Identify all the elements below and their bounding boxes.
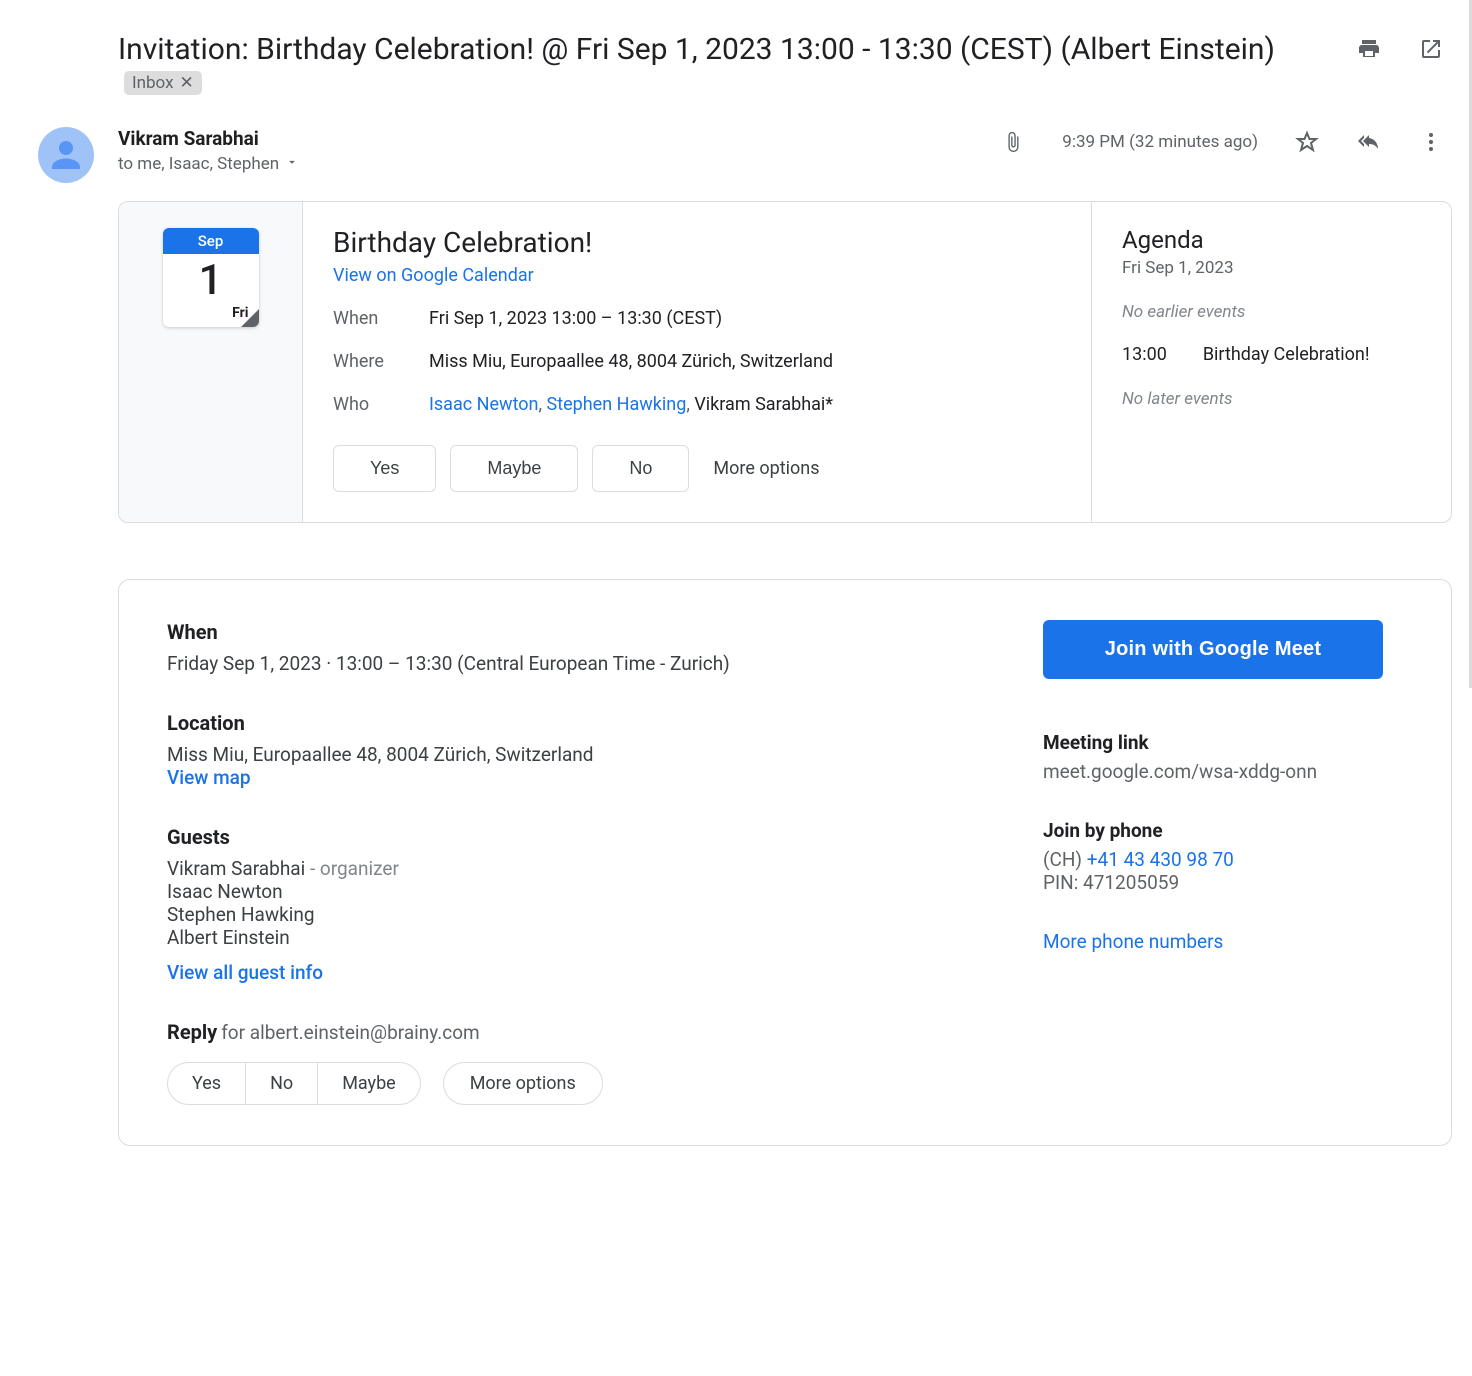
calendar-chip-day: 1: [163, 254, 259, 305]
details-when-heading: When: [167, 620, 1003, 644]
details-location-heading: Location: [167, 711, 1003, 735]
subject-row: Invitation: Birthday Celebration! @ Fri …: [20, 30, 1452, 115]
who-person-1[interactable]: Isaac Newton: [429, 394, 539, 415]
email-meta: 9:39 PM (32 minutes ago): [1000, 127, 1444, 155]
guest-1: Vikram Sarabhai - organizer: [167, 857, 1003, 880]
reply-buttons-row: Yes No Maybe More options: [167, 1062, 1003, 1105]
close-icon[interactable]: ✕: [180, 73, 194, 93]
more-vert-icon[interactable]: [1418, 129, 1444, 155]
reply-section: Reply for albert.einstein@brainy.com: [167, 1020, 1003, 1044]
more-phone-numbers-link[interactable]: More phone numbers: [1043, 930, 1403, 953]
phone-prefix: (CH): [1043, 848, 1087, 871]
star-icon[interactable]: [1294, 129, 1320, 155]
when-row: When Fri Sep 1, 2023 13:00 – 13:30 (CEST…: [333, 308, 1061, 329]
details-guests-heading: Guests: [167, 825, 1003, 849]
view-on-calendar-link[interactable]: View on Google Calendar: [333, 265, 1061, 286]
calendar-chip[interactable]: Sep 1 Fri: [163, 228, 259, 327]
details-left: When Friday Sep 1, 2023 · 13:00 – 13:30 …: [167, 620, 1003, 1105]
guest-4: Albert Einstein: [167, 926, 1003, 949]
agenda-event-time: 13:00: [1122, 344, 1167, 365]
open-new-window-icon[interactable]: [1418, 36, 1444, 62]
reply-for-text: for albert.einstein@brainy.com: [221, 1021, 480, 1044]
when-value: Fri Sep 1, 2023 13:00 – 13:30 (CEST): [429, 308, 1061, 329]
guest-1-name: Vikram Sarabhai: [167, 857, 305, 880]
join-by-phone-label: Join by phone: [1043, 819, 1403, 842]
details-location-section: Location Miss Miu, Europaallee 48, 8004 …: [167, 711, 1003, 789]
details-when-section: When Friday Sep 1, 2023 · 13:00 – 13:30 …: [167, 620, 1003, 675]
who-person-2[interactable]: Stephen Hawking: [547, 394, 687, 415]
agenda-event-name: Birthday Celebration!: [1203, 344, 1370, 365]
label-chip-text: Inbox: [132, 73, 174, 93]
reply-more-options-button[interactable]: More options: [443, 1062, 603, 1105]
avatar[interactable]: [38, 127, 94, 183]
view-map-link[interactable]: View map: [167, 766, 1003, 789]
subject-actions: [1356, 30, 1452, 62]
reply-no-button[interactable]: No: [246, 1063, 318, 1104]
invite-main: Birthday Celebration! View on Google Cal…: [303, 202, 1091, 522]
who-value: Isaac Newton, Stephen Hawking, Vikram Sa…: [429, 394, 1061, 415]
agenda-title: Agenda: [1122, 226, 1421, 254]
email-subject: Invitation: Birthday Celebration! @ Fri …: [118, 32, 1275, 67]
event-title: Birthday Celebration!: [333, 226, 1061, 259]
meeting-link-value[interactable]: meet.google.com/wsa-xddg-onn: [1043, 760, 1403, 783]
rsvp-no-button[interactable]: No: [592, 445, 689, 492]
details-card: When Friday Sep 1, 2023 · 13:00 – 13:30 …: [118, 579, 1452, 1146]
reply-label: Reply: [167, 1020, 217, 1044]
rsvp-maybe-button[interactable]: Maybe: [450, 445, 578, 492]
who-row: Who Isaac Newton, Stephen Hawking, Vikra…: [333, 394, 1061, 415]
guest-3: Stephen Hawking: [167, 903, 1003, 926]
join-google-meet-button[interactable]: Join with Google Meet: [1043, 620, 1383, 679]
recipients-text: to me, Isaac, Stephen: [118, 154, 279, 174]
rsvp-more-options[interactable]: More options: [713, 458, 819, 479]
rsvp-yes-button[interactable]: Yes: [333, 445, 436, 492]
sender-name[interactable]: Vikram Sarabhai: [118, 127, 1000, 150]
page-fold-icon: [241, 309, 259, 327]
recipients-line[interactable]: to me, Isaac, Stephen: [118, 154, 1000, 174]
phone-pin: PIN: 471205059: [1043, 871, 1403, 894]
agenda-no-later: No later events: [1122, 389, 1421, 409]
guest-2: Isaac Newton: [167, 880, 1003, 903]
who-person-3: Vikram Sarabhai*: [694, 394, 833, 415]
print-icon[interactable]: [1356, 36, 1382, 62]
subject-wrap: Invitation: Birthday Celebration! @ Fri …: [118, 30, 1356, 95]
where-value: Miss Miu, Europaallee 48, 8004 Zürich, S…: [429, 351, 1061, 372]
sender-row: Vikram Sarabhai to me, Isaac, Stephen 9:…: [20, 115, 1452, 201]
attachment-icon[interactable]: [1000, 129, 1026, 155]
agenda-no-earlier: No earlier events: [1122, 302, 1421, 322]
phone-number-link[interactable]: +41 43 430 98 70: [1087, 848, 1234, 871]
details-location-text: Miss Miu, Europaallee 48, 8004 Zürich, S…: [167, 743, 1003, 766]
view-all-guests-link[interactable]: View all guest info: [167, 961, 1003, 984]
reply-all-icon[interactable]: [1356, 129, 1382, 155]
agenda-event-row[interactable]: 13:00 Birthday Celebration!: [1122, 344, 1421, 365]
where-row: Where Miss Miu, Europaallee 48, 8004 Zür…: [333, 351, 1061, 372]
reply-yes-button[interactable]: Yes: [168, 1063, 246, 1104]
calendar-chip-month: Sep: [163, 228, 259, 254]
email-timestamp: 9:39 PM (32 minutes ago): [1062, 132, 1258, 152]
reply-segmented-group: Yes No Maybe: [167, 1062, 421, 1105]
when-label: When: [333, 308, 429, 329]
chevron-down-icon[interactable]: [285, 154, 299, 174]
meeting-link-group: Meeting link meet.google.com/wsa-xddg-on…: [1043, 731, 1403, 783]
reply-maybe-button[interactable]: Maybe: [318, 1063, 420, 1104]
where-label: Where: [333, 351, 429, 372]
join-by-phone-group: Join by phone (CH) +41 43 430 98 70 PIN:…: [1043, 819, 1403, 894]
label-chip-inbox[interactable]: Inbox ✕: [124, 71, 202, 95]
agenda-date: Fri Sep 1, 2023: [1122, 258, 1421, 278]
details-guests-section: Guests Vikram Sarabhai - organizer Isaac…: [167, 825, 1003, 984]
details-right: Join with Google Meet Meeting link meet.…: [1043, 620, 1403, 1105]
calendar-chip-col: Sep 1 Fri: [119, 202, 303, 522]
invite-card: Sep 1 Fri Birthday Celebration! View on …: [118, 201, 1452, 523]
guest-1-role: - organizer: [305, 857, 399, 880]
phone-line: (CH) +41 43 430 98 70: [1043, 848, 1403, 871]
sender-info: Vikram Sarabhai to me, Isaac, Stephen: [118, 127, 1000, 174]
who-label: Who: [333, 394, 429, 415]
agenda-col: Agenda Fri Sep 1, 2023 No earlier events…: [1091, 202, 1451, 522]
meeting-link-label: Meeting link: [1043, 731, 1403, 754]
rsvp-row: Yes Maybe No More options: [333, 445, 1061, 492]
details-when-text: Friday Sep 1, 2023 · 13:00 – 13:30 (Cent…: [167, 652, 1003, 675]
